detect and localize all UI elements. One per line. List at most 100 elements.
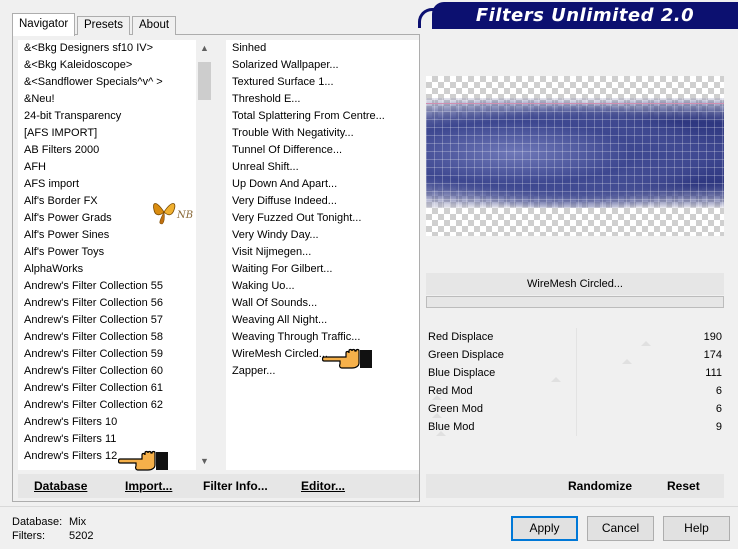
- parameter-row[interactable]: Blue Mod 9: [426, 418, 724, 436]
- filter-item[interactable]: Total Splattering From Centre...: [226, 108, 419, 125]
- app-title: Filters Unlimited 2.0: [475, 5, 695, 26]
- filter-item[interactable]: Very Fuzzed Out Tonight...: [226, 210, 419, 227]
- category-item[interactable]: Alf's Power Sines: [18, 227, 196, 244]
- parameter-row[interactable]: Blue Displace 111: [426, 364, 724, 382]
- filter-preview: [426, 76, 724, 236]
- butterfly-logo-icon: NB: [153, 203, 193, 225]
- apply-button[interactable]: Apply: [511, 516, 578, 541]
- parameter-value: 6: [715, 385, 722, 397]
- filter-item[interactable]: Very Windy Day...: [226, 227, 419, 244]
- category-item[interactable]: AlphaWorks: [18, 261, 196, 278]
- category-item[interactable]: 24-bit Transparency: [18, 108, 196, 125]
- hand-pointer-icon: [118, 450, 168, 471]
- category-item[interactable]: Andrew's Filters 10: [18, 414, 196, 431]
- filter-item[interactable]: Very Diffuse Indeed...: [226, 193, 419, 210]
- parameter-value: 190: [703, 331, 722, 343]
- parameter-name: Green Mod: [428, 403, 484, 415]
- database-button[interactable]: Database: [34, 479, 87, 493]
- filter-info-button[interactable]: Filter Info...: [203, 479, 268, 493]
- status-area: Database: Mix Filters: 5202: [12, 515, 93, 543]
- parameter-row[interactable]: Green Mod 6: [426, 400, 724, 418]
- category-item[interactable]: Andrew's Filter Collection 55: [18, 278, 196, 295]
- filter-item[interactable]: Weaving All Night...: [226, 312, 419, 329]
- parameter-separator: [576, 418, 577, 436]
- filter-item[interactable]: Visit Nijmegen...: [226, 244, 419, 261]
- parameter-name: Red Displace: [428, 331, 494, 343]
- cancel-button[interactable]: Cancel: [587, 516, 654, 541]
- category-item[interactable]: &Neu!: [18, 91, 196, 108]
- filter-item[interactable]: Weaving Through Traffic...: [226, 329, 419, 346]
- svg-text:NB: NB: [176, 210, 193, 221]
- category-item[interactable]: &<Sandflower Specials^v^ >: [18, 74, 196, 91]
- parameter-separator: [576, 346, 577, 364]
- parameter-value: 6: [715, 403, 722, 415]
- parameter-name: Red Mod: [428, 385, 473, 397]
- tab-about[interactable]: About: [132, 16, 177, 35]
- divider: [0, 506, 738, 507]
- category-item[interactable]: Andrew's Filter Collection 61: [18, 380, 196, 397]
- preview-image: [426, 98, 724, 208]
- help-button[interactable]: Help: [663, 516, 730, 541]
- parameter-row[interactable]: Green Displace 174: [426, 346, 724, 364]
- filter-item[interactable]: Tunnel Of Difference...: [226, 142, 419, 159]
- parameter-row[interactable]: Red Displace 190: [426, 328, 724, 346]
- category-item[interactable]: &<Bkg Kaleidoscope>: [18, 57, 196, 74]
- category-item[interactable]: Andrew's Filters 11: [18, 431, 196, 448]
- status-database-label: Database:: [12, 516, 63, 528]
- filter-item[interactable]: Trouble With Negativity...: [226, 125, 419, 142]
- tab-presets[interactable]: Presets: [77, 16, 130, 35]
- filter-item[interactable]: Waking Uo...: [226, 278, 419, 295]
- status-database-value: Mix: [69, 516, 87, 528]
- category-item[interactable]: [AFS IMPORT]: [18, 125, 196, 142]
- category-scrollbar[interactable]: ▲ ▼: [196, 40, 213, 470]
- parameter-list: Red Displace 190 Green Displace 174 Blue Dis…: [426, 328, 724, 436]
- filter-item[interactable]: Up Down And Apart...: [226, 176, 419, 193]
- category-item[interactable]: Andrew's Filter Collection 56: [18, 295, 196, 312]
- selected-filter-name: WireMesh Circled...: [426, 273, 724, 295]
- parameter-name: Green Displace: [428, 349, 504, 361]
- filter-item[interactable]: Waiting For Gilbert...: [226, 261, 419, 278]
- scroll-up-arrow-icon[interactable]: ▲: [196, 40, 213, 57]
- progress-bar: [426, 296, 724, 308]
- parameter-separator: [576, 364, 577, 382]
- tab-navigator[interactable]: Navigator: [12, 13, 76, 36]
- filter-item[interactable]: Wall Of Sounds...: [226, 295, 419, 312]
- status-filters-label: Filters:: [12, 530, 45, 542]
- reset-button[interactable]: Reset: [667, 479, 700, 493]
- category-list[interactable]: &<Bkg Designers sf10 IV> &<Bkg Kaleidosco…: [18, 40, 196, 470]
- parameter-separator: [576, 382, 577, 400]
- filter-item[interactable]: Solarized Wallpaper...: [226, 57, 419, 74]
- parameter-row[interactable]: Red Mod 6: [426, 382, 724, 400]
- category-item[interactable]: Andrew's Filter Collection 58: [18, 329, 196, 346]
- filter-item[interactable]: Unreal Shift...: [226, 159, 419, 176]
- filter-item[interactable]: Textured Surface 1...: [226, 74, 419, 91]
- category-item[interactable]: AFH: [18, 159, 196, 176]
- filter-list[interactable]: Sinhed Solarized Wallpaper... Textured Sur…: [226, 40, 419, 470]
- category-item[interactable]: Andrew's Filter Collection 57: [18, 312, 196, 329]
- preview-line: [426, 103, 724, 104]
- scroll-thumb[interactable]: [198, 62, 211, 100]
- editor-button[interactable]: Editor...: [301, 479, 345, 493]
- parameter-name: Blue Displace: [428, 367, 496, 379]
- category-item[interactable]: Alf's Power Toys: [18, 244, 196, 261]
- import-button[interactable]: Import...: [125, 479, 172, 493]
- category-item[interactable]: AFS import: [18, 176, 196, 193]
- filter-item[interactable]: Sinhed: [226, 40, 419, 57]
- parameter-value: 111: [705, 367, 722, 379]
- category-item[interactable]: AB Filters 2000: [18, 142, 196, 159]
- category-item[interactable]: Andrew's Filter Collection 62: [18, 397, 196, 414]
- randomize-button[interactable]: Randomize: [568, 479, 632, 493]
- parameter-button-bar: Randomize Reset: [426, 474, 724, 498]
- hand-pointer-icon: [322, 348, 372, 369]
- category-item[interactable]: Andrew's Filter Collection 59: [18, 346, 196, 363]
- filter-item[interactable]: Threshold E...: [226, 91, 419, 108]
- parameter-value: 9: [715, 421, 722, 433]
- category-item[interactable]: &<Bkg Designers sf10 IV>: [18, 40, 196, 57]
- scroll-down-arrow-icon[interactable]: ▼: [196, 453, 213, 470]
- parameter-value: 174: [703, 349, 722, 361]
- status-filters-value: 5202: [69, 530, 94, 542]
- navigator-button-bar: Database Import... Filter Info... Editor…: [18, 474, 419, 498]
- parameter-separator: [576, 400, 577, 418]
- parameter-name: Blue Mod: [428, 421, 475, 433]
- category-item[interactable]: Andrew's Filter Collection 60: [18, 363, 196, 380]
